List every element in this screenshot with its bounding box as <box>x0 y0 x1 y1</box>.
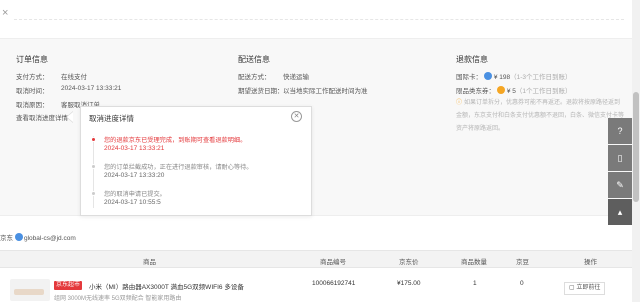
timeline-step-time: 2024-03-17 10:55:5 <box>104 199 161 206</box>
cancel-progress-popup: 取消进度详情 ✕ 您的退款京东已受理完成，到账期可查看退款明细。 2024-03… <box>80 106 312 216</box>
popup-title: 取消进度详情 <box>89 114 134 123</box>
popup-arrow-inner <box>67 112 73 122</box>
payment-method-value: 在线支付 <box>61 74 87 81</box>
col-header-product: 商品 <box>143 259 156 266</box>
delivery-method-value: 快递运输 <box>283 74 309 81</box>
product-sku: 100066192741 <box>312 280 356 287</box>
refund-card-label: 国际卡： <box>456 74 482 81</box>
seller-email[interactable]: global-cs@jd.com <box>24 235 76 242</box>
top-strip: × <box>0 0 632 38</box>
cancel-time-row: 取消时间： 2024-03-17 13:33:21 <box>16 85 121 95</box>
col-header-qty: 商品数量 <box>461 259 487 266</box>
refund-notice-text: 如果订单拆分，优惠券可能不再返还。退款将按原路径返到金额，东京支付和白条支付优惠… <box>456 100 625 132</box>
phone-icon[interactable]: ▯ <box>608 145 632 171</box>
timeline-step-text: 您的退款京东已受理完成，到账期可查看退款明细。 <box>104 137 247 144</box>
refund-coupon-label: 限品类东券： <box>456 88 495 95</box>
refund-coupon-note: （1个工作日到账） <box>515 88 572 95</box>
timeline-step-time: 2024-03-17 13:33:21 <box>104 145 165 152</box>
cancel-reason-row: 取消原因： 客服取消订单 <box>16 99 100 109</box>
close-icon[interactable]: × <box>2 8 8 19</box>
expected-date-value: 以当地实际工作配送时间为准 <box>283 88 368 95</box>
table-row: 京东超市 小米（MI）路由器AX3000T 满血5G双频WIFI6 多设备 组网… <box>0 270 632 302</box>
col-header-actions: 操作 <box>584 259 597 266</box>
popup-close-icon[interactable]: ✕ <box>291 111 302 122</box>
seller-line: 京东 global-cs@jd.com <box>0 232 76 242</box>
back-to-top-icon[interactable]: ▴ <box>608 199 632 225</box>
timeline-line <box>93 136 94 208</box>
cancel-progress-link[interactable]: 查看取消进度详情 <box>16 112 68 122</box>
card-icon <box>483 72 492 80</box>
product-thumbnail[interactable] <box>10 279 50 301</box>
refund-info-title: 退款信息 <box>456 55 488 64</box>
refund-card-amount: ¥ 198 <box>493 74 511 81</box>
cancel-time-label: 取消时间： <box>16 88 49 95</box>
payment-method-label: 支付方式： <box>16 74 49 81</box>
warning-icon: ⓘ <box>456 100 463 106</box>
col-header-beans: 京豆 <box>516 259 529 266</box>
refund-coupon-row: 限品类东券： ¥ 5（1个工作日到账） <box>456 85 571 95</box>
refund-card-row: 国际卡： ¥ 198（1-3个工作日到账） <box>456 71 572 81</box>
cancel-reason-label: 取消原因： <box>16 102 49 109</box>
timeline-step-time: 2024-03-17 13:33:20 <box>104 172 165 179</box>
go-now-button[interactable]: ▢ 立即前往 <box>564 282 606 295</box>
cancel-time-value: 2024-03-17 13:33:21 <box>61 85 122 92</box>
expected-date-label: 期望送货日期： <box>238 88 284 95</box>
product-qty: 1 <box>473 280 477 287</box>
coupon-icon <box>496 86 505 94</box>
product-price: ¥175.00 <box>397 280 421 287</box>
scrollbar-thumb[interactable] <box>633 92 639 202</box>
col-header-price: 京东价 <box>399 259 419 266</box>
delivery-method-row: 配送方式： 快递运输 <box>238 71 309 81</box>
refund-notice: ⓘ 如果订单拆分，优惠券可能不再返还。退款将按原路径返到金额，东京支付和白条支付优… <box>456 97 626 136</box>
email-icon <box>15 233 23 241</box>
refund-card-note: （1-3个工作日到账） <box>510 74 572 81</box>
product-beans: 0 <box>520 280 524 287</box>
go-now-label: 立即前往 <box>576 285 601 291</box>
expected-date-row: 期望送货日期： 以当地实际工作配送时间为准 <box>238 85 368 95</box>
side-toolbar: ? ▯ ✎ ▴ <box>608 118 632 226</box>
col-header-sku: 商品编号 <box>320 259 346 266</box>
edit-icon[interactable]: ✎ <box>608 172 632 198</box>
delivery-method-label: 配送方式： <box>238 74 271 81</box>
supermarket-badge: 京东超市 <box>54 281 83 290</box>
timeline-step-text: 您的订单拦截成功，正在进行退款审核，请耐心等待。 <box>104 164 253 171</box>
divider <box>14 19 624 20</box>
timeline-step-text: 您的取消申请已提交。 <box>104 191 166 198</box>
help-icon[interactable]: ? <box>608 118 632 144</box>
delivery-info-title: 配送信息 <box>238 55 270 64</box>
product-name-link[interactable]: 小米（MI）路由器AX3000T 满血5G双频WIFI6 多设备 <box>89 281 244 291</box>
timeline-dot-icon <box>91 137 96 142</box>
seller-prefix: 京东 <box>0 235 13 242</box>
table-header: 商品 商品编号 京东价 商品数量 京豆 操作 <box>0 250 632 268</box>
product-name-line2: 组网 3000M无线速率 5G双频配合 智能家用路由 <box>54 296 182 302</box>
timeline-dot-icon <box>91 164 96 169</box>
timeline-dot-icon <box>91 191 96 196</box>
payment-method-row: 支付方式： 在线支付 <box>16 71 87 81</box>
refund-coupon-amount: ¥ 5 <box>506 88 516 95</box>
order-info-title: 订单信息 <box>16 55 48 64</box>
